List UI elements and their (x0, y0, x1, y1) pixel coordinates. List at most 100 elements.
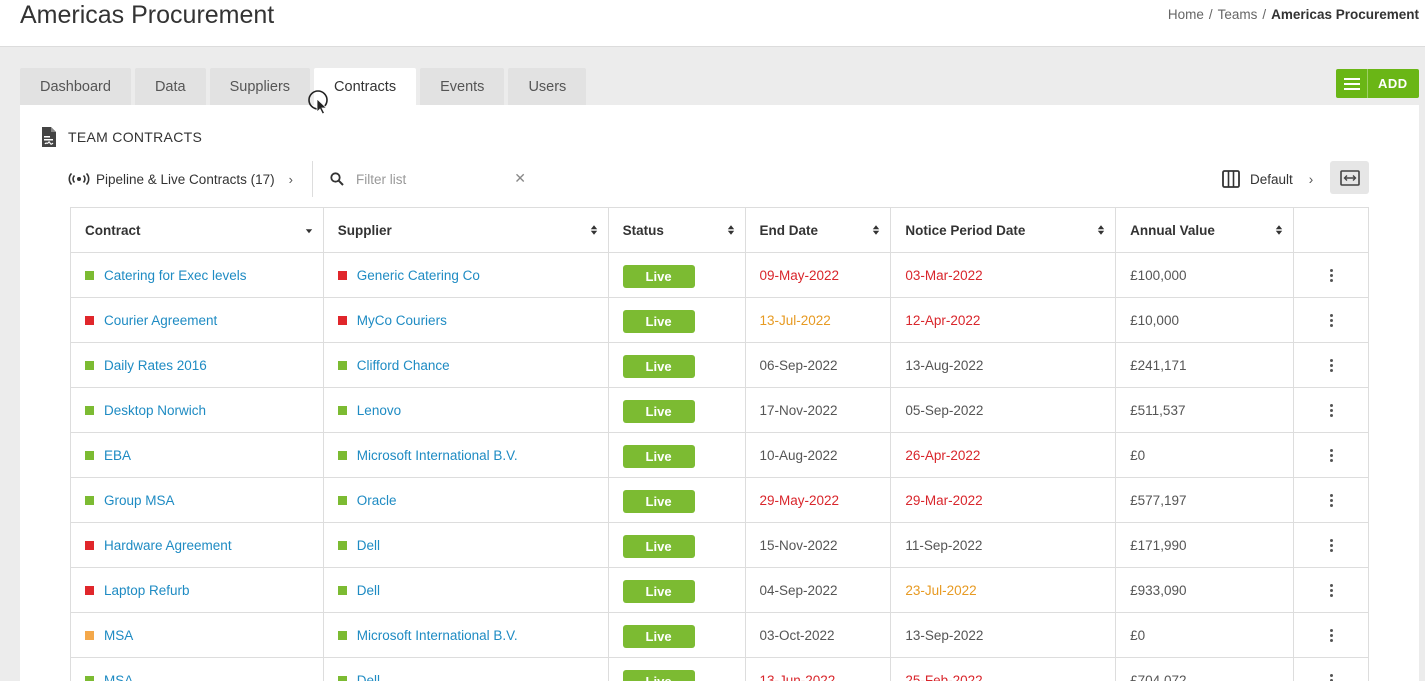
more-options-icon[interactable] (1325, 583, 1337, 597)
contracts-panel: TEAM CONTRACTS Pipeline & Live Contracts… (20, 105, 1419, 681)
column-header-annual-value[interactable]: Annual Value (1115, 207, 1295, 253)
notice-date-cell: 12-Apr-2022 (890, 297, 1117, 343)
contract-status-flag (85, 270, 94, 280)
table-row[interactable]: EBA Microsoft International B.V. Live 10-Au… (70, 432, 1369, 478)
tab-dashboard[interactable]: Dashboard (20, 68, 131, 105)
annual-value-cell: £10,000 (1115, 297, 1295, 343)
supplier-cell: MyCo Couriers (322, 297, 609, 343)
contract-link[interactable]: Daily Rates 2016 (104, 358, 207, 373)
status-cell: Live (607, 567, 746, 613)
supplier-link[interactable]: Microsoft International B.V. (357, 628, 518, 643)
table-row[interactable]: Group MSA Oracle Live 29-May-2022 29-Mar-202… (70, 477, 1369, 523)
tab-suppliers[interactable]: Suppliers (209, 68, 311, 105)
pipeline-filter-button[interactable]: Pipeline & Live Contracts (17) › (68, 161, 293, 197)
supplier-link[interactable]: Clifford Chance (357, 358, 450, 373)
contract-cell: Laptop Refurb (70, 567, 324, 613)
tab-bar: Dashboard Data Suppliers Contracts Event… (20, 68, 587, 105)
column-header-status[interactable]: Status (607, 207, 746, 253)
status-badge: Live (622, 580, 695, 603)
more-options-icon[interactable] (1325, 313, 1337, 327)
table-row[interactable]: Laptop Refurb Dell Live 04-Sep-2022 23-Jul-2… (70, 567, 1369, 613)
annual-value: £241,171 (1130, 357, 1187, 373)
end-date-cell: 03-Oct-2022 (744, 612, 892, 658)
more-options-icon[interactable] (1325, 538, 1337, 552)
table-row[interactable]: Daily Rates 2016 Clifford Chance Live 06-Se… (70, 342, 1369, 388)
supplier-cell: Microsoft International B.V. (322, 432, 609, 478)
status-cell: Live (607, 342, 746, 388)
row-actions-cell (1293, 477, 1369, 523)
contract-link[interactable]: Group MSA (104, 493, 175, 508)
more-options-icon[interactable] (1325, 268, 1337, 282)
end-date: 15-Nov-2022 (759, 537, 838, 553)
tab-users[interactable]: Users (508, 68, 587, 105)
status-badge: Live (622, 535, 695, 558)
more-options-icon[interactable] (1325, 358, 1337, 372)
row-actions-cell (1293, 432, 1369, 478)
status-cell: Live (607, 477, 746, 523)
breadcrumb-separator: / (1208, 7, 1213, 22)
row-actions-cell (1293, 252, 1369, 298)
contract-link[interactable]: MSA (104, 628, 133, 643)
supplier-link[interactable]: Dell (357, 538, 380, 553)
table-row[interactable]: Desktop Norwich Lenovo Live 17-Nov-2022 05-S… (70, 387, 1369, 433)
contract-link[interactable]: EBA (104, 448, 131, 463)
supplier-link[interactable]: Dell (357, 583, 380, 598)
page-header: Americas Procurement Home / Teams / Amer… (0, 0, 1425, 47)
table-row[interactable]: MSA Dell Live 13-Jun-2022 25-Feb-2022 £704,07… (70, 657, 1369, 681)
contract-link[interactable]: Catering for Exec levels (104, 268, 247, 283)
clear-filter-icon[interactable]: ✕ (514, 170, 526, 187)
end-date-cell: 13-Jul-2022 (744, 297, 892, 343)
more-options-icon[interactable] (1325, 403, 1337, 417)
contract-link[interactable]: Laptop Refurb (104, 583, 190, 598)
sort-desc-icon (305, 229, 312, 234)
column-header-end-date[interactable]: End Date (744, 207, 892, 253)
column-header-notice-date[interactable]: Notice Period Date (890, 207, 1117, 253)
filter-input[interactable] (356, 171, 506, 187)
notice-date-cell: 03-Mar-2022 (890, 252, 1117, 298)
tab-data[interactable]: Data (134, 68, 206, 105)
row-actions-cell (1293, 612, 1369, 658)
supplier-link[interactable]: Oracle (357, 493, 397, 508)
column-header-contract[interactable]: Contract (70, 207, 324, 253)
contract-link[interactable]: Desktop Norwich (104, 403, 206, 418)
add-button[interactable]: ADD (1336, 69, 1419, 98)
end-date: 10-Aug-2022 (759, 447, 838, 463)
column-header-supplier[interactable]: Supplier (322, 207, 609, 253)
more-options-icon[interactable] (1325, 628, 1337, 642)
sort-icon (590, 225, 597, 235)
supplier-link[interactable]: Lenovo (357, 403, 401, 418)
contract-link[interactable]: Courier Agreement (104, 313, 217, 328)
contract-link[interactable]: Hardware Agreement (104, 538, 232, 553)
notice-date: 12-Apr-2022 (905, 312, 981, 328)
chevron-right-icon: › (1308, 171, 1314, 187)
supplier-link[interactable]: Microsoft International B.V. (357, 448, 518, 463)
end-date-cell: 17-Nov-2022 (744, 387, 892, 433)
more-options-icon[interactable] (1325, 493, 1337, 507)
contract-status-flag (85, 495, 94, 505)
expand-width-button[interactable] (1330, 161, 1369, 194)
contract-status-flag (85, 585, 94, 595)
tab-events[interactable]: Events (420, 68, 505, 105)
table-row[interactable]: Catering for Exec levels Generic Catering… (70, 252, 1369, 298)
more-options-icon[interactable] (1325, 673, 1337, 681)
supplier-link[interactable]: Dell (357, 673, 380, 681)
breadcrumb-teams[interactable]: Teams (1218, 7, 1258, 22)
view-label: Default (1250, 171, 1293, 187)
end-date-cell: 09-May-2022 (744, 252, 892, 298)
end-date-cell: 13-Jun-2022 (744, 657, 892, 681)
table-row[interactable]: Hardware Agreement Dell Live 15-Nov-2022 11-… (70, 522, 1369, 568)
breadcrumb-home[interactable]: Home (1168, 7, 1204, 22)
end-date: 17-Nov-2022 (759, 402, 838, 418)
row-actions-cell (1293, 342, 1369, 388)
search-icon (330, 172, 344, 186)
table-row[interactable]: MSA Microsoft International B.V. Live 03-Oc… (70, 612, 1369, 658)
supplier-link[interactable]: MyCo Couriers (357, 313, 447, 328)
annual-value: £10,000 (1130, 312, 1179, 328)
supplier-status-flag (337, 495, 347, 505)
table-row[interactable]: Courier Agreement MyCo Couriers Live 13-Jul… (70, 297, 1369, 343)
menu-icon (1336, 69, 1368, 98)
supplier-link[interactable]: Generic Catering Co (357, 268, 480, 283)
more-options-icon[interactable] (1325, 448, 1337, 462)
view-selector[interactable]: Default › (1222, 161, 1313, 197)
contract-link[interactable]: MSA (104, 673, 133, 681)
